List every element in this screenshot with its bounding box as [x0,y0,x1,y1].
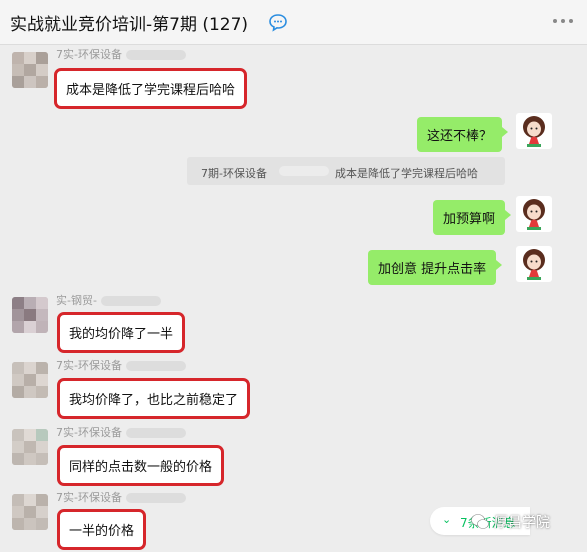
sender-name: 7实-环保设备 [56,357,186,373]
avatar[interactable] [12,429,48,465]
message-bubble-self[interactable]: 这还不棒？ [417,117,509,152]
message-bubble[interactable]: 我的均价降了一半 [56,312,186,353]
more-dots-icon[interactable] [553,19,573,23]
avatar[interactable] [12,494,48,530]
avatar[interactable] [12,52,48,88]
message-bubble[interactable]: 一半的价格 [56,509,147,550]
message-bubble[interactable]: 同样的点击数一般的价格 [56,445,225,486]
quoted-message[interactable]: 7期-环保设备 成本是降低了学完课程后哈哈 [187,157,505,185]
avatar-self[interactable] [516,113,552,149]
message-bubble[interactable]: 成本是降低了学完课程后哈哈 [53,68,248,109]
avatar-self[interactable] [516,246,552,282]
avatar[interactable] [12,362,48,398]
message-bubble[interactable]: 我均价降了，也比之前稳定了 [56,378,251,419]
avatar-self[interactable] [516,196,552,232]
sender-name: 7实-环保设备 [56,424,186,440]
double-chevron-down-icon: ⌄ [442,513,452,526]
watermark: 厚昌学院 [470,512,550,532]
sender-name: 7实-环保设备 [56,489,186,505]
chat-header: 实战就业竞价培训-第7期 (127) [0,0,587,45]
message-bubble-self[interactable]: 加创意 提升点击率 [368,250,503,285]
wechat-logo-icon [471,514,489,529]
sender-name: 7实-环保设备 [56,46,186,62]
sender-name: 实-钢贸- [56,292,161,308]
message-bubble-self[interactable]: 加预算啊 [433,200,512,235]
avatar[interactable] [12,297,48,333]
chat-bubble-icon[interactable] [268,12,288,32]
chat-title[interactable]: 实战就业竞价培训-第7期 (127) [10,10,248,35]
